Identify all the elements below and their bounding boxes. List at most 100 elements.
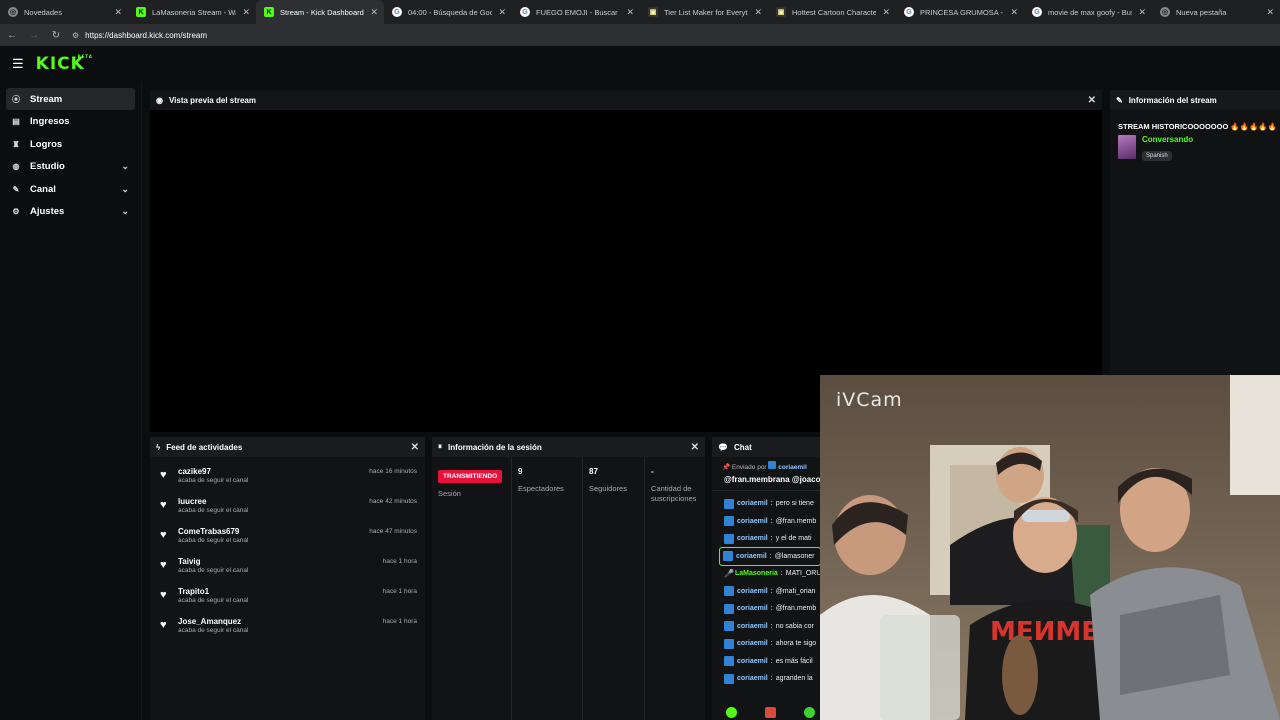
close-icon[interactable]: ✕: [1088, 95, 1096, 106]
sidebar-item-ajustes[interactable]: ⚙ Ajustes ⌄: [6, 201, 135, 223]
chat-username[interactable]: LaMasoneria: [735, 570, 778, 577]
tab-title: Tier List Maker for Everything: [664, 7, 748, 17]
feed-username[interactable]: Trapito1: [178, 587, 375, 596]
browser-tab[interactable]: G FUEGO EMOJI - Buscar con G ✕: [512, 0, 640, 24]
sidebar-item-ingresos[interactable]: ▤ Ingresos: [6, 111, 135, 133]
emote-icon[interactable]: [765, 707, 776, 718]
sidebar-item-stream[interactable]: ⦿ Stream: [6, 88, 135, 110]
session-info-panel: ⏸ Información de la sesión ✕ TRANSMITIEN…: [432, 437, 705, 720]
user-badge-icon: [724, 586, 734, 597]
kick-logo[interactable]: KICK BETA: [36, 54, 92, 74]
chat-username[interactable]: coriaemil: [737, 588, 768, 595]
category-thumbnail[interactable]: [1118, 135, 1136, 159]
chat-username[interactable]: coriaemil: [736, 553, 767, 560]
feed-item: ♥ Jose_Amanquez acaba de seguir el canal ha…: [150, 613, 425, 643]
browser-tab[interactable]: G PRINCESA GRUMOSA - Buscar ✕: [896, 0, 1024, 24]
chat-username[interactable]: coriaemil: [737, 535, 768, 542]
close-tab-icon[interactable]: ✕: [370, 7, 378, 18]
panel-title: Información de la sesión: [448, 442, 542, 452]
feed-item: ♥ Trapito1 acaba de seguir el canal hace 1 …: [150, 583, 425, 613]
chat-colon: :: [770, 605, 773, 613]
chat-username[interactable]: coriaemil: [737, 640, 768, 647]
feed-username[interactable]: Taivig: [178, 557, 375, 566]
chat-username[interactable]: coriaemil: [737, 605, 768, 612]
tab-title: PRINCESA GRUMOSA - Buscar: [920, 7, 1004, 17]
chat-username[interactable]: coriaemil: [737, 500, 768, 507]
browser-tab[interactable]: Gmovie de max goofy - Buscar ✕: [1024, 0, 1152, 24]
chat-text: MATI_ORU: [785, 570, 822, 578]
close-tab-icon[interactable]: ✕: [498, 7, 506, 18]
chevron-down-icon[interactable]: ⌄: [121, 161, 129, 172]
feed-action: acaba de seguir el canal: [178, 537, 249, 544]
browser-tab[interactable]: ▣ Hottest Cartoon Characters ✕: [768, 0, 896, 24]
menu-icon[interactable]: ☰: [12, 56, 24, 72]
sidebar-item-label: Ajustes: [30, 206, 65, 217]
category-name[interactable]: Conversando: [1142, 135, 1193, 144]
chat-text: es más fácil: [775, 657, 813, 665]
close-tab-icon[interactable]: ✕: [626, 7, 634, 18]
feed-item: ♥ Taivig acaba de seguir el canal hace 1 ho…: [150, 553, 425, 583]
stat-value: 87: [589, 467, 598, 476]
kick-icon: K: [136, 7, 146, 17]
chat-username[interactable]: coriaemil: [737, 658, 768, 665]
logo-tag: BETA: [77, 54, 93, 59]
browser-tab[interactable]: G 04:00 - Búsqueda de Google ✕: [384, 0, 512, 24]
chevron-down-icon[interactable]: ⌄: [121, 184, 129, 195]
feed-time: hace 16 minutos: [369, 468, 417, 475]
top-navigation: ☰ KICK BETA: [0, 46, 1280, 82]
browser-tab[interactable]: K Stream - Kick Dashboard ✕: [256, 0, 384, 24]
sidebar-item-canal[interactable]: ✎ Canal ⌄: [6, 178, 135, 200]
feed-username[interactable]: ComeTrabas679: [178, 527, 361, 536]
address-bar[interactable]: ⚙ https://dashboard.kick.com/stream: [72, 31, 207, 40]
browser-tab[interactable]: K LaMasoneria Stream - Watch ✕: [128, 0, 256, 24]
sidebar-item-logros[interactable]: ♜ Logros: [6, 133, 135, 155]
emote-icon[interactable]: [804, 707, 815, 718]
feed-action: acaba de seguir el canal: [178, 507, 249, 514]
back-icon[interactable]: ←: [6, 30, 18, 41]
panel-header: ✎ Información del stream: [1110, 90, 1280, 110]
close-tab-icon[interactable]: ✕: [882, 7, 890, 18]
panel-title: Información del stream: [1128, 95, 1217, 105]
panel-title: Vista previa del stream: [168, 95, 256, 105]
close-tab-icon[interactable]: ✕: [114, 7, 122, 18]
close-tab-icon[interactable]: ✕: [242, 7, 250, 18]
close-tab-icon[interactable]: ✕: [1138, 7, 1146, 18]
palette-icon: ◍: [12, 162, 20, 171]
emote-icon[interactable]: [726, 707, 737, 718]
broadcast-icon: ⦿: [12, 94, 20, 104]
tab-title: Hottest Cartoon Characters: [792, 7, 877, 17]
chat-text: pero si tiene: [775, 500, 814, 508]
browser-tab[interactable]: ▣ Tier List Maker for Everything ✕: [640, 0, 768, 24]
feed-username[interactable]: Jose_Amanquez: [178, 617, 375, 626]
feed-username[interactable]: cazike97: [178, 467, 361, 476]
browser-tab-strip: ◎Novedades✕KLaMasoneria Stream - Watch✕K…: [0, 0, 1280, 24]
microphone-icon: 🎤: [724, 568, 734, 578]
pinned-user[interactable]: coriaemil: [778, 464, 807, 471]
tab-title: FUEGO EMOJI - Buscar con G: [536, 7, 620, 17]
panel-title: Feed de actividades: [166, 442, 243, 452]
user-badge-icon: [724, 498, 734, 509]
chat-username[interactable]: coriaemil: [737, 675, 768, 682]
chevron-down-icon[interactable]: ⌄: [121, 206, 129, 217]
forward-icon[interactable]: →: [28, 30, 40, 41]
wrench-icon: ✎: [1116, 95, 1123, 105]
chat-text: agranden la: [775, 675, 813, 683]
close-tab-icon[interactable]: ✕: [754, 7, 762, 18]
close-icon[interactable]: ✕: [691, 442, 699, 453]
sidebar-item-estudio[interactable]: ◍ Estudio ⌄: [6, 156, 135, 178]
chat-message: coriaemil: pero si tiene: [712, 495, 822, 513]
browser-tab[interactable]: ◎ Nueva pestaña ✕: [1152, 0, 1280, 24]
reload-icon[interactable]: ↻: [50, 30, 62, 41]
close-icon[interactable]: ✕: [411, 442, 419, 453]
feed-time: hace 1 hora: [382, 618, 417, 625]
chat-username[interactable]: coriaemil: [737, 518, 768, 525]
close-tab-icon[interactable]: ✕: [1010, 7, 1018, 18]
chat-footer: [726, 707, 815, 718]
close-tab-icon[interactable]: ✕: [1266, 7, 1274, 18]
chat-username[interactable]: coriaemil: [737, 623, 768, 630]
browser-tab[interactable]: ◎ Novedades ✕: [0, 0, 128, 24]
url-text: https://dashboard.kick.com/stream: [85, 30, 207, 40]
site-settings-icon[interactable]: ⚙: [72, 31, 79, 40]
feed-username[interactable]: luucree: [178, 497, 361, 506]
chat-message: coriaemil: ahora te sigo: [712, 635, 822, 653]
